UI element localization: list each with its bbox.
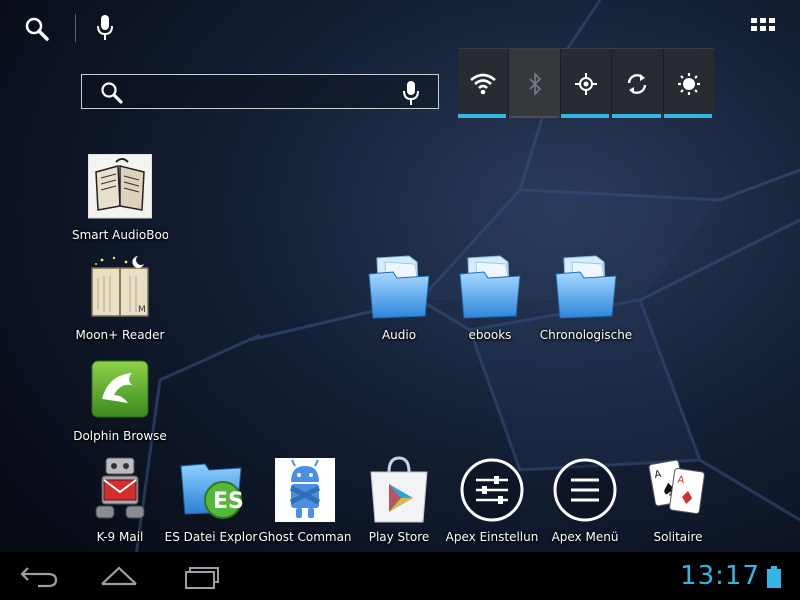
app-label: Solitaire <box>653 530 703 544</box>
dock-es-file-explorer[interactable]: ES ES Datei Explor <box>163 454 259 550</box>
brightness-toggle[interactable] <box>663 49 714 118</box>
toggle-indicator <box>663 114 713 118</box>
dock-ghost-commander[interactable]: Ghost Comman <box>257 454 353 550</box>
voice-search-icon[interactable] <box>402 80 420 106</box>
sync-toggle[interactable] <box>612 49 664 118</box>
search-icon <box>101 82 123 104</box>
app-moon-reader[interactable]: M Moon+ Reader <box>72 252 168 348</box>
folder-label: Audio <box>381 328 417 342</box>
wifi-toggle[interactable] <box>458 49 510 118</box>
app-label: Dolphin Browse <box>73 429 167 443</box>
gps-icon <box>575 72 598 95</box>
back-icon[interactable] <box>18 562 60 590</box>
toggle-indicator <box>509 116 558 118</box>
folder-icon <box>459 255 521 319</box>
solitaire-icon: A ♠ A ♦ <box>648 459 705 514</box>
battery-icon[interactable] <box>767 566 781 588</box>
search-input[interactable] <box>134 79 414 104</box>
home-icon[interactable] <box>98 562 140 590</box>
search-divider <box>75 14 76 42</box>
folder-ebooks[interactable]: ebooks <box>442 252 538 348</box>
wifi-icon <box>470 73 497 94</box>
folder-chronologische[interactable]: Chronologische <box>538 252 634 348</box>
app-label: Smart AudioBoo <box>72 228 168 242</box>
app-label: Play Store <box>368 530 430 544</box>
ghost-commander-icon <box>275 458 335 522</box>
toggle-indicator <box>560 114 610 118</box>
folder-label: ebooks <box>468 328 512 342</box>
moon-reader-icon: M <box>91 256 149 317</box>
dock-play-store[interactable]: Play Store <box>351 454 447 550</box>
microphone-icon[interactable] <box>94 14 116 42</box>
apex-menu-icon <box>553 458 617 522</box>
svg-text:♦: ♦ <box>678 487 697 510</box>
app-label: Ghost Comman <box>258 530 352 544</box>
dolphin-icon <box>91 360 149 418</box>
toggle-indicator <box>458 114 507 118</box>
svg-text:M: M <box>138 305 146 315</box>
app-label: ES Datei Explor <box>164 530 258 544</box>
k9-mail-icon <box>95 457 145 519</box>
app-label: K-9 Mail <box>96 530 144 544</box>
dock-apex-menu[interactable]: Apex Menü <box>537 454 633 550</box>
dock-apex-settings[interactable]: Apex Einstellun <box>444 454 540 550</box>
gps-toggle[interactable] <box>560 49 613 118</box>
search-icon[interactable] <box>24 16 50 42</box>
play-store-icon <box>370 456 428 523</box>
bluetooth-icon <box>529 71 541 96</box>
sync-icon <box>628 73 647 94</box>
apex-settings-icon <box>460 458 524 522</box>
folder-icon <box>368 255 430 319</box>
audiobook-icon <box>88 154 152 219</box>
toggle-indicator <box>612 114 661 118</box>
app-dolphin-browser[interactable]: Dolphin Browse <box>72 353 168 449</box>
app-label: Apex Einstellun <box>445 530 539 544</box>
folder-icon <box>555 255 617 319</box>
app-label: Moon+ Reader <box>75 328 165 342</box>
svg-text:ES: ES <box>213 489 243 514</box>
dock-k9-mail[interactable]: K-9 Mail <box>72 454 168 550</box>
recent-apps-icon[interactable] <box>180 562 222 590</box>
folder-audio[interactable]: Audio <box>351 252 447 348</box>
es-file-explorer-icon: ES <box>180 463 243 519</box>
search-widget[interactable] <box>81 74 439 109</box>
app-smart-audiobook[interactable]: Smart AudioBoo <box>72 152 168 248</box>
clock[interactable]: 13:17 <box>648 559 760 593</box>
app-label: Apex Menü <box>551 530 619 544</box>
all-apps-icon[interactable] <box>748 16 778 40</box>
dock-solitaire[interactable]: A ♠ A ♦ Solitaire <box>630 454 726 550</box>
brightness-icon <box>677 72 700 95</box>
power-control-widget <box>458 48 714 118</box>
folder-label: Chronologische <box>539 328 633 342</box>
bluetooth-toggle[interactable] <box>509 49 561 118</box>
